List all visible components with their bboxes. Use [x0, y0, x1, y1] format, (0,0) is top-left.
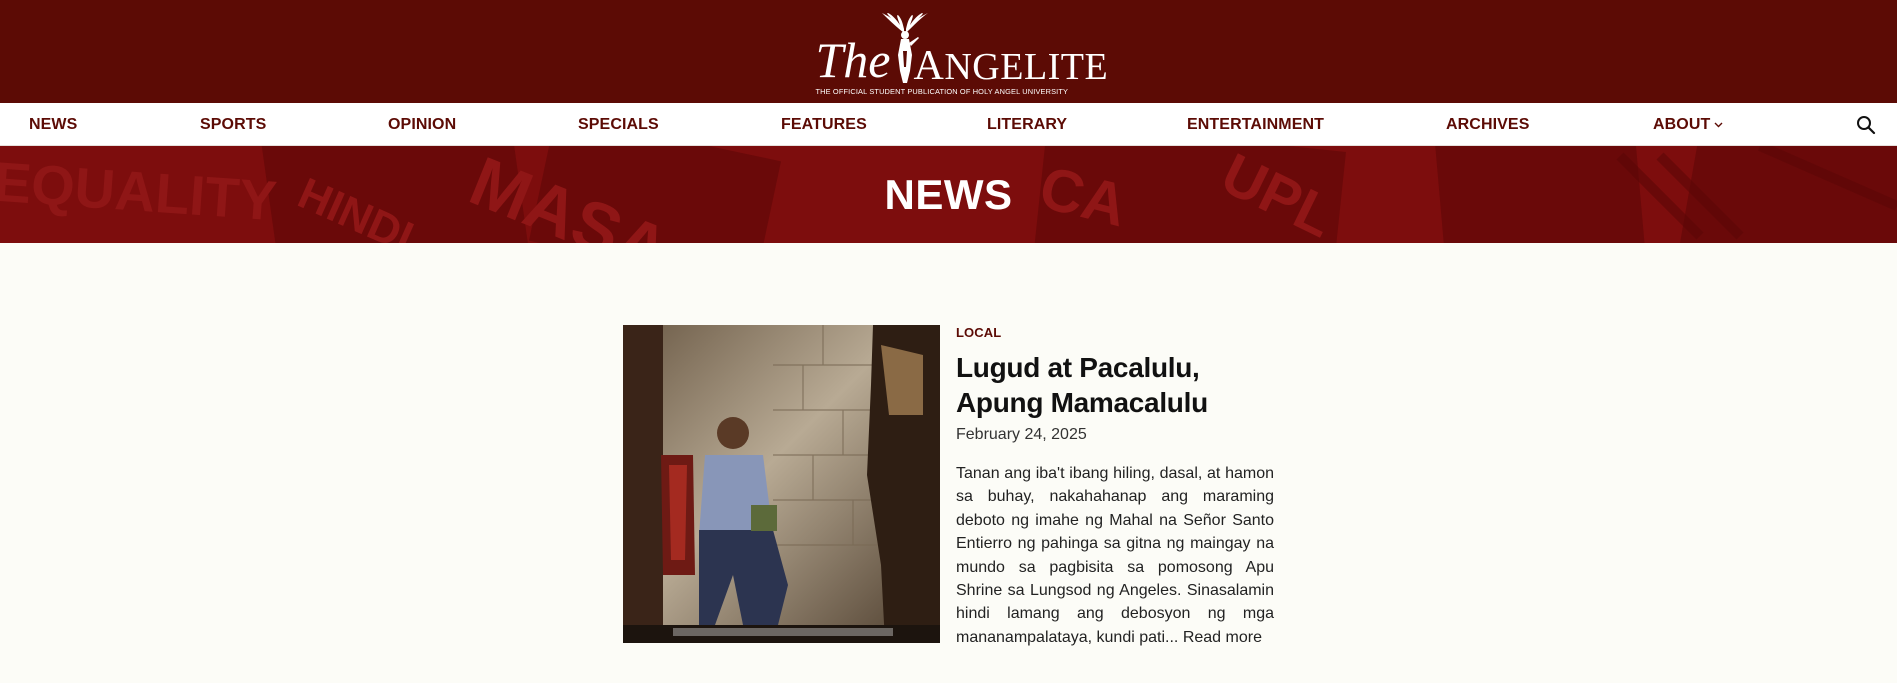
nav-item-literary[interactable]: LITERARY: [987, 103, 1067, 146]
article-title-link[interactable]: Lugud at Pacalulu, Apung Mamacalulu: [956, 350, 1274, 420]
logo-tagline: THE OFFICIAL STUDENT PUBLICATION OF HOLY…: [815, 86, 1069, 96]
search-icon[interactable]: [1855, 114, 1877, 136]
nav-item-features[interactable]: FEATURES: [781, 103, 867, 146]
nav-item-specials[interactable]: SPECIALS: [578, 103, 659, 146]
article-card: LOCAL Lugud at Pacalulu, Apung Mamacalul…: [623, 325, 1274, 646]
article-title: Lugud at Pacalulu, Apung Mamacalulu: [956, 352, 1208, 418]
site-logo[interactable]: The ANGELITE THE OFFICIAL STUDENT PUBLIC…: [814, 7, 1108, 97]
nav-item-archives[interactable]: ARCHIVES: [1446, 103, 1529, 146]
article-excerpt: Tanan ang iba't ibang hiling, dasal, at …: [956, 462, 1274, 649]
nav-item-about[interactable]: ABOUT: [1653, 103, 1723, 146]
read-more-link[interactable]: Read more: [1183, 629, 1262, 646]
nav-item-about-label: ABOUT: [1653, 115, 1711, 133]
logo-name-text: ANGELITE: [913, 42, 1109, 89]
article-date: February 24, 2025: [956, 426, 1087, 443]
article-thumbnail[interactable]: [623, 325, 940, 643]
nav-item-news[interactable]: NEWS: [29, 103, 77, 146]
page-title: NEWS: [884, 170, 1013, 218]
nav-item-opinion[interactable]: OPINION: [388, 103, 456, 146]
article-meta: LOCAL Lugud at Pacalulu, Apung Mamacalul…: [956, 325, 1274, 649]
article-photo: [623, 325, 940, 643]
section-banner: EQUALITY HINDI MASA CA UPL NEWS: [0, 146, 1897, 243]
main-nav: NEWS SPORTS OPINION SPECIALS FEATURES LI…: [0, 103, 1897, 146]
masthead: The ANGELITE THE OFFICIAL STUDENT PUBLIC…: [0, 0, 1897, 103]
article-excerpt-text: Tanan ang iba't ibang hiling, dasal, at …: [956, 465, 1274, 646]
nav-item-entertainment[interactable]: ENTERTAINMENT: [1187, 103, 1324, 146]
article-category[interactable]: LOCAL: [956, 325, 1274, 340]
nav-item-sports[interactable]: SPORTS: [200, 103, 266, 146]
chevron-down-icon: [1714, 122, 1723, 127]
